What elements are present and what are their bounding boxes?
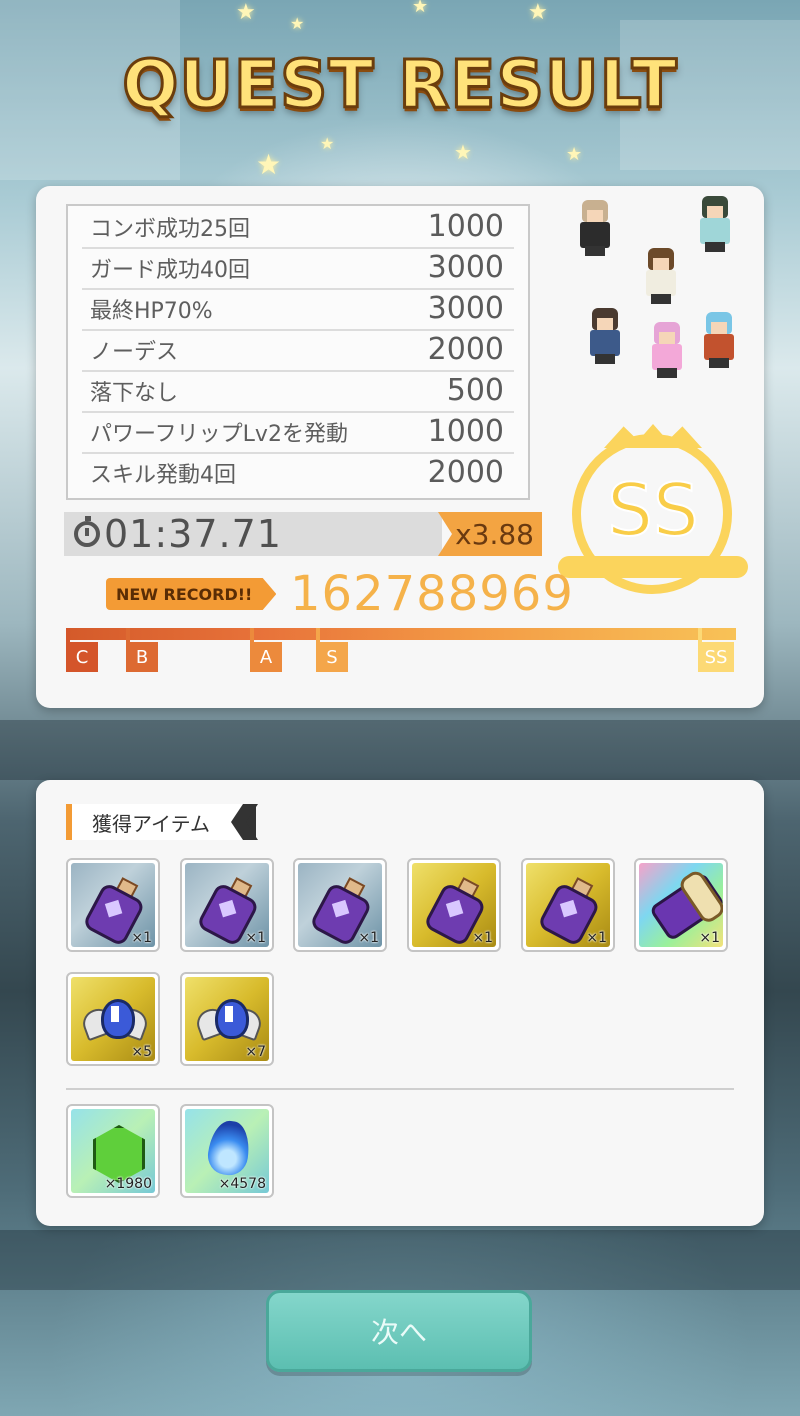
bonus-row: 落下なし 500	[82, 370, 514, 413]
rank-emblem: SS	[558, 424, 748, 604]
bonus-label: 落下なし	[90, 380, 179, 406]
item-slot[interactable]: ×7	[180, 972, 274, 1066]
hero-sprite	[648, 322, 686, 378]
rank-mark-b: B	[126, 628, 158, 672]
stopwatch-icon	[74, 516, 100, 547]
rank-mark-ss: SS	[698, 628, 734, 672]
bonus-value: 500	[446, 373, 504, 408]
bonus-value: 3000	[427, 291, 504, 326]
item-quantity: ×1	[245, 930, 266, 946]
item-quantity: ×1	[586, 930, 607, 946]
multiplier-value: x3.88	[455, 517, 534, 551]
item-slot[interactable]: ×1	[293, 858, 387, 952]
currency-quantity: ×4578	[218, 1176, 266, 1192]
rank-mark-s: S	[316, 628, 348, 672]
items-panel: 獲得アイテム ×1 ×1 ×1 ×1 ×1 ×1 ×5 ×7 ×1980 ×45…	[36, 780, 764, 1226]
rank-label: SS	[606, 467, 699, 553]
star-icon: ★	[256, 148, 282, 181]
hero-sprite	[576, 200, 614, 256]
bonus-label: パワーフリップLv2を発動	[90, 421, 348, 447]
bonus-label: スキル発動4回	[90, 462, 236, 488]
background-shadow	[0, 1230, 800, 1290]
item-slot[interactable]: ×1	[521, 858, 615, 952]
quest-result-title: QUEST RESULT	[121, 45, 679, 125]
bonus-row: ガード成功40回 3000	[82, 247, 514, 290]
item-quantity: ×5	[131, 1044, 152, 1060]
acquired-items-label: 獲得アイテム	[92, 811, 210, 836]
winged-medal-icon	[79, 995, 151, 1045]
item-slot[interactable]: ×1	[180, 858, 274, 952]
new-record-badge: NEW RECORD!!	[106, 578, 277, 610]
bonus-row: 最終HP70% 3000	[82, 288, 514, 331]
star-icon: ★	[454, 140, 472, 164]
bonus-list: コンボ成功25回 1000 ガード成功40回 3000 最終HP70% 3000…	[66, 204, 530, 500]
currency-slot[interactable]: ×4578	[180, 1104, 274, 1198]
next-button[interactable]: 次へ	[266, 1290, 532, 1372]
rank-gauge	[66, 628, 736, 640]
hero-sprite	[700, 312, 738, 368]
clear-time-bar: 01:37.71	[64, 512, 442, 556]
bonus-label: ガード成功40回	[90, 257, 250, 283]
rank-gauge-fill	[66, 628, 736, 640]
item-slot[interactable]: ×5	[66, 972, 160, 1066]
bonus-label: 最終HP70%	[90, 298, 213, 324]
bonus-value: 2000	[427, 332, 504, 367]
rank-mark-c: C	[66, 628, 98, 672]
blue-flame-icon	[205, 1118, 253, 1178]
hero-sprite	[696, 196, 734, 252]
currency-quantity: ×1980	[104, 1176, 152, 1192]
item-quantity: ×1	[131, 930, 152, 946]
rank-ribbon	[558, 556, 748, 578]
total-score: 162788969	[290, 566, 574, 622]
clear-time: 01:37.71	[104, 512, 282, 556]
acquired-items-header: 獲得アイテム	[66, 804, 244, 840]
item-slot[interactable]: ×1	[66, 858, 160, 952]
star-icon: ★	[320, 134, 335, 153]
bonus-value: 3000	[427, 250, 504, 285]
party-sprites	[556, 192, 752, 398]
bonus-label: ノーデス	[90, 339, 179, 365]
star-icon: ★	[412, 0, 429, 17]
currency-slot[interactable]: ×1980	[66, 1104, 160, 1198]
bonus-row: コンボ成功25回 1000	[82, 206, 514, 249]
bonus-row: パワーフリップLv2を発動 1000	[82, 411, 514, 454]
bonus-row: ノーデス 2000	[82, 329, 514, 372]
green-gem-icon	[93, 1125, 145, 1183]
rank-mark-a: A	[250, 628, 282, 672]
star-icon: ★	[528, 0, 548, 25]
hero-sprite	[586, 308, 624, 364]
item-quantity: ×1	[699, 930, 720, 946]
bonus-value: 2000	[427, 455, 504, 490]
winged-medal-icon	[193, 995, 265, 1045]
score-multiplier: x3.88	[438, 512, 542, 556]
star-icon: ★	[290, 14, 305, 33]
background-shadow	[0, 720, 800, 780]
item-quantity: ×1	[472, 930, 493, 946]
star-icon: ★	[236, 0, 256, 25]
item-slot[interactable]: ×1	[634, 858, 728, 952]
hero-sprite	[642, 248, 680, 304]
bonus-row: スキル発動4回 2000	[82, 452, 514, 493]
bonus-value: 1000	[427, 209, 504, 244]
bonus-value: 1000	[427, 414, 504, 449]
items-divider	[66, 1088, 734, 1090]
item-quantity: ×7	[245, 1044, 266, 1060]
star-icon: ★	[566, 144, 583, 165]
item-quantity: ×1	[358, 930, 379, 946]
bonus-label: コンボ成功25回	[90, 216, 250, 242]
result-panel: コンボ成功25回 1000 ガード成功40回 3000 最終HP70% 3000…	[36, 186, 764, 708]
item-slot[interactable]: ×1	[407, 858, 501, 952]
